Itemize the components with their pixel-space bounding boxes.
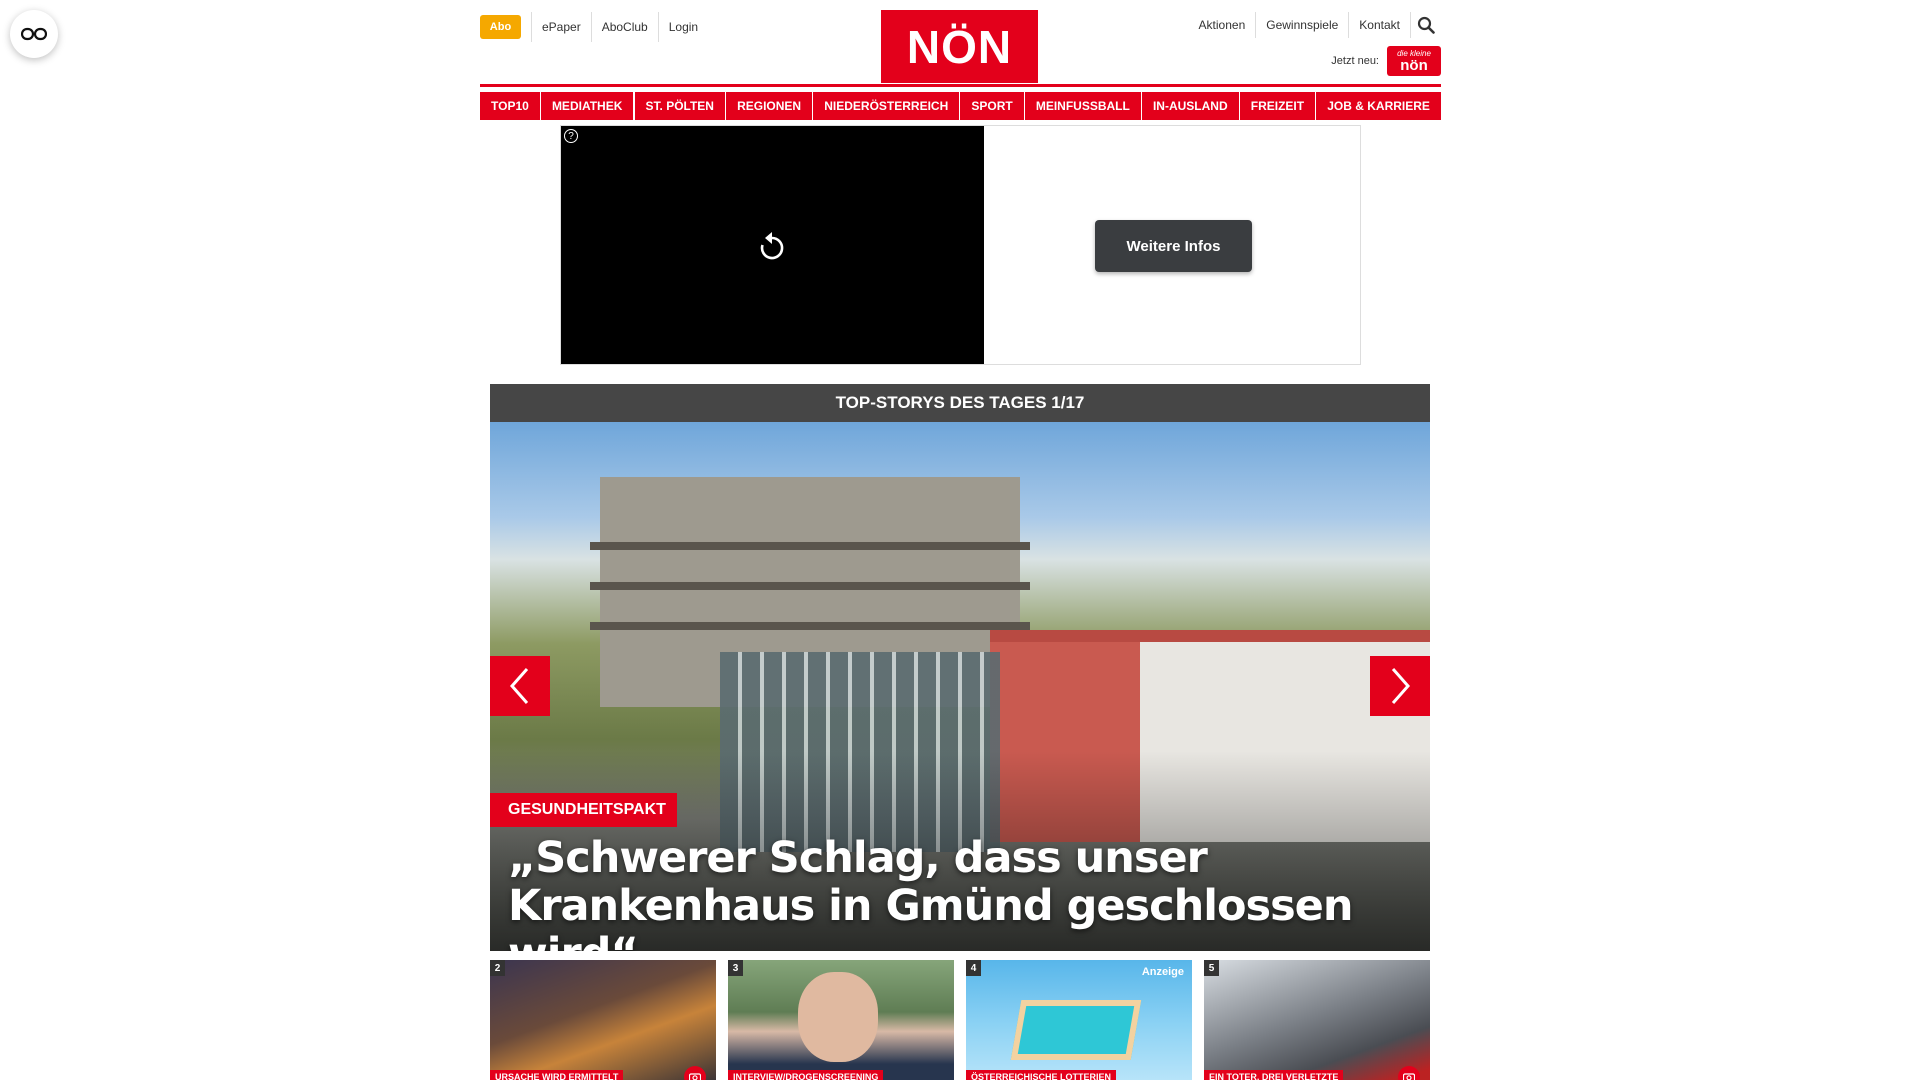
nav-item-job-karriere[interactable]: JOB & KARRIERE [1316, 92, 1441, 120]
nav-item-regionen[interactable]: REGIONEN [726, 92, 813, 120]
top-left-links: ePaper AboClub Login [531, 12, 708, 42]
gewinnspiele-link[interactable]: Gewinnspiele [1256, 12, 1350, 38]
top-story-slider: TOP-STORYS DES TAGES 1/17 GESUNDHEITSPAK… [490, 384, 1430, 951]
ad-video-player[interactable]: ? [561, 126, 984, 364]
jetzt-neu: Jetzt neu: die kleine nön [1331, 46, 1441, 76]
accessibility-button[interactable] [10, 10, 58, 58]
kontakt-link[interactable]: Kontakt [1349, 12, 1411, 38]
epaper-link[interactable]: ePaper [531, 12, 591, 42]
building-band [590, 542, 1030, 550]
top-story-image[interactable]: GESUNDHEITSPAKT „Schwerer Schlag, dass u… [490, 422, 1430, 951]
weitere-infos-button[interactable]: Weitere Infos [1095, 220, 1252, 272]
pool-illustration [1010, 1000, 1142, 1060]
abo-button[interactable]: Abo [480, 15, 521, 39]
nav-item-top10[interactable]: TOP10 [480, 92, 540, 120]
replay-icon [760, 232, 784, 260]
teaser-card[interactable]: 5 EIN TOTER, DREI VERLETZTE [1204, 960, 1430, 1080]
nav-item-mediathek[interactable]: MEDIATHEK [540, 92, 634, 120]
aktionen-link[interactable]: Aktionen [1189, 12, 1257, 38]
chevron-left-icon [509, 668, 529, 704]
top-bar: Abo ePaper AboClub Login NÖN Aktionen Ge… [480, 0, 1441, 84]
slider-next-button[interactable] [1370, 656, 1430, 716]
building-band [590, 622, 1030, 630]
die-kleine-noen-logo[interactable]: die kleine nön [1387, 46, 1441, 76]
kleine-bottom-text: nön [1400, 56, 1428, 74]
nav-item-niederoesterreich[interactable]: NIEDERÖSTERREICH [813, 92, 960, 120]
teaser-number: 5 [1204, 960, 1219, 976]
camera-badge [684, 1066, 706, 1080]
teaser-label: EIN TOTER, DREI VERLETZTE [1204, 1070, 1344, 1080]
main-navigation: TOP10 MEDIATHEK ST. PÖLTEN REGIONEN NIED… [480, 92, 1441, 120]
nav-item-freizeit[interactable]: FREIZEIT [1239, 92, 1316, 120]
teaser-number: 4 [966, 960, 981, 976]
ad-marker: Anzeige [1141, 966, 1184, 978]
search-icon [1417, 16, 1435, 34]
search-button[interactable] [1411, 12, 1441, 38]
camera-badge [1398, 1066, 1420, 1080]
teaser-row: 2 URSACHE WIRD ERMITTELT 3 INTERVIEW/DRO… [490, 960, 1430, 1080]
video-ad: ? Weitere Infos [560, 125, 1361, 365]
aboclub-link[interactable]: AboClub [590, 12, 658, 42]
teaser-card[interactable]: 2 URSACHE WIRD ERMITTELT [490, 960, 716, 1080]
teaser-label: ÖSTERREICHISCHE LOTTERIEN [966, 1070, 1117, 1080]
login-link[interactable]: Login [657, 12, 708, 42]
teaser-number: 3 [728, 960, 743, 976]
nav-item-meinfussball[interactable]: MEINFUSSBALL [1024, 92, 1141, 120]
header-divider [480, 84, 1441, 87]
nav-item-st-poelten[interactable]: ST. PÖLTEN [634, 92, 725, 120]
replay-button[interactable] [757, 230, 787, 267]
page-wrapper: Abo ePaper AboClub Login NÖN Aktionen Ge… [480, 0, 1441, 120]
help-icon[interactable]: ? [564, 129, 578, 143]
building-band [590, 582, 1030, 590]
site-logo[interactable]: NÖN [881, 10, 1038, 83]
camera-icon [689, 1073, 701, 1080]
top-story-tag[interactable]: GESUNDHEITSPAKT [490, 793, 677, 827]
teaser-card[interactable]: 3 INTERVIEW/DROGENSCREENING [728, 960, 954, 1080]
teaser-label: INTERVIEW/DROGENSCREENING [728, 1070, 884, 1080]
teaser-card[interactable]: 4 Anzeige ÖSTERREICHISCHE LOTTERIEN [966, 960, 1192, 1080]
top-story-header: TOP-STORYS DES TAGES 1/17 [490, 384, 1430, 422]
camera-icon [1403, 1073, 1415, 1080]
slider-prev-button[interactable] [490, 656, 550, 716]
jetzt-neu-label: Jetzt neu: [1331, 55, 1379, 67]
nav-item-in-ausland[interactable]: IN-AUSLAND [1141, 92, 1239, 120]
portrait-illustration [798, 972, 878, 1062]
glasses-icon [21, 27, 47, 41]
teaser-number: 2 [490, 960, 505, 976]
top-story-title[interactable]: „Schwerer Schlag, dass unser Krankenhaus… [508, 834, 1408, 951]
top-right-links: Aktionen Gewinnspiele Kontakt [1189, 12, 1441, 38]
teaser-label: URSACHE WIRD ERMITTELT [490, 1070, 624, 1080]
nav-item-sport[interactable]: SPORT [960, 92, 1024, 120]
chevron-right-icon [1391, 668, 1411, 704]
